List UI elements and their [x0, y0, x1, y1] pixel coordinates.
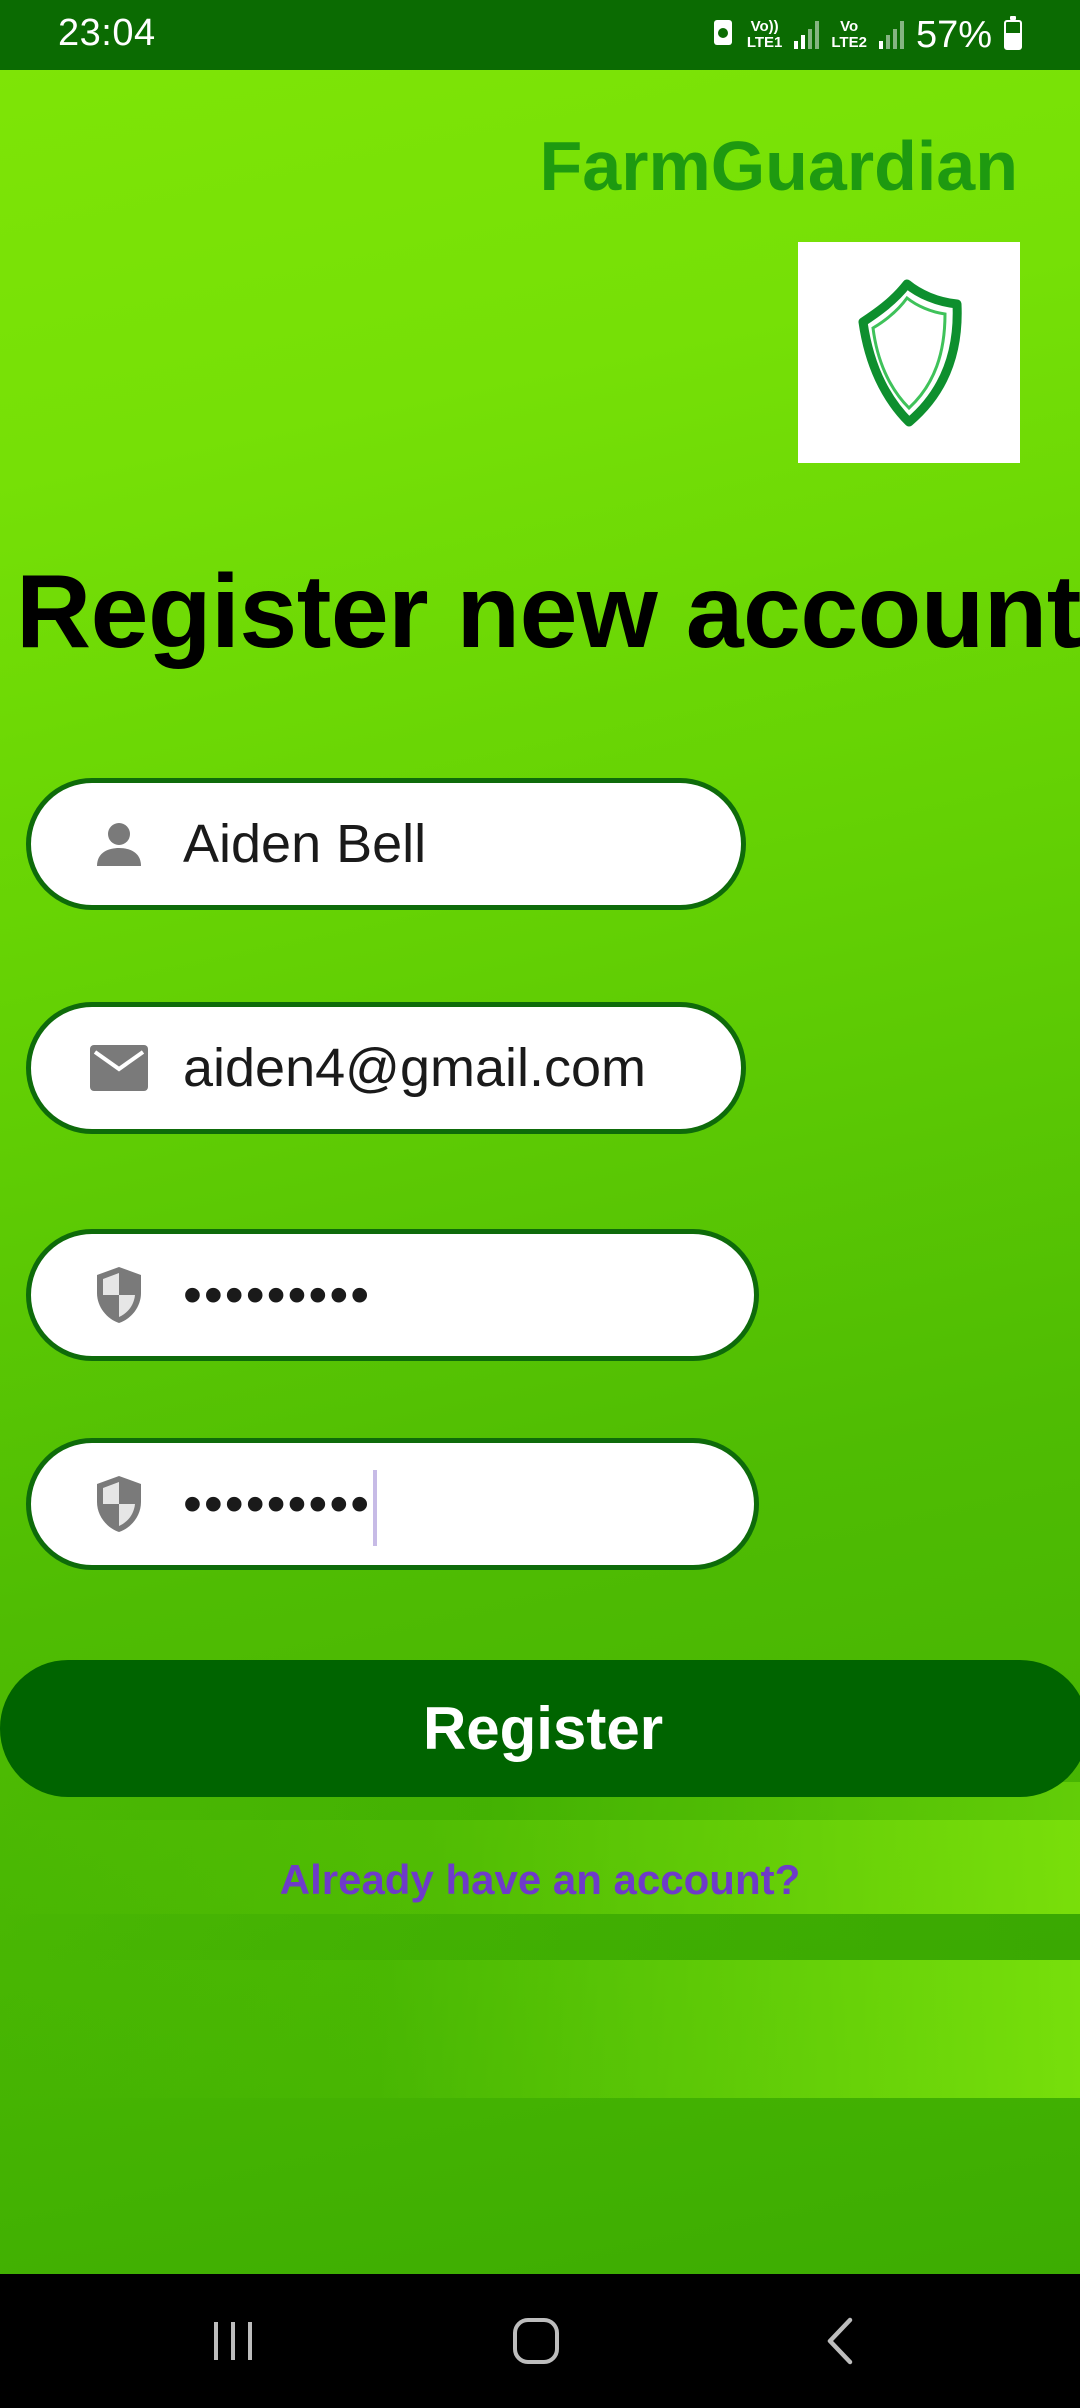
password-field[interactable]: ••••••••• [26, 1229, 759, 1361]
confirm-password-field[interactable]: ••••••••• [26, 1438, 759, 1570]
app-logo [798, 242, 1020, 463]
battery-percent: 57% [915, 13, 992, 56]
register-screen: 23:04 Vo)) LTE1 Vo LTE2 57% FarmGuardian R… [0, 0, 1080, 2408]
sim1-volte-label: Vo)) LTE1 [746, 18, 783, 51]
confirm-password-input[interactable]: ••••••••• [183, 1443, 378, 1565]
email-field[interactable]: aiden4@gmail.com [26, 1002, 746, 1134]
register-button[interactable]: Register [0, 1660, 1080, 1797]
signal-sim2-icon [878, 21, 904, 49]
security-shield-icon [89, 1443, 149, 1565]
decor-stripe [0, 1960, 1080, 2098]
decor-stripe [0, 1914, 1080, 1960]
status-bar: 23:04 Vo)) LTE1 Vo LTE2 57% [0, 0, 1080, 70]
page-heading: Register new account [16, 554, 1080, 670]
name-input[interactable]: Aiden Bell [183, 783, 426, 905]
system-nav-bar [0, 2274, 1080, 2408]
email-input[interactable]: aiden4@gmail.com [183, 1007, 646, 1129]
recent-apps-icon[interactable] [153, 2274, 313, 2408]
home-icon[interactable] [456, 2274, 616, 2408]
confirm-password-value: ••••••••• [183, 1474, 372, 1534]
app-title: FarmGuardian [539, 127, 1018, 205]
person-icon [89, 783, 149, 905]
battery-icon [1004, 16, 1022, 50]
green-shield-icon [858, 279, 962, 426]
password-input[interactable]: ••••••••• [183, 1234, 371, 1356]
login-link[interactable]: Already have an account? [0, 1856, 1080, 1904]
sim2-volte-label: Vo LTE2 [831, 18, 867, 51]
text-caret [373, 1469, 378, 1546]
security-shield-icon [89, 1234, 149, 1356]
back-icon[interactable] [760, 2274, 920, 2408]
status-time: 23:04 [58, 12, 156, 54]
mail-icon [89, 1007, 149, 1129]
signal-sim1-icon [794, 21, 820, 49]
name-field[interactable]: Aiden Bell [26, 778, 746, 910]
register-button-label: Register [422, 1695, 664, 1762]
status-icons: Vo)) LTE1 Vo LTE2 57% [711, 12, 1022, 58]
battery-saver-icon [711, 14, 735, 57]
